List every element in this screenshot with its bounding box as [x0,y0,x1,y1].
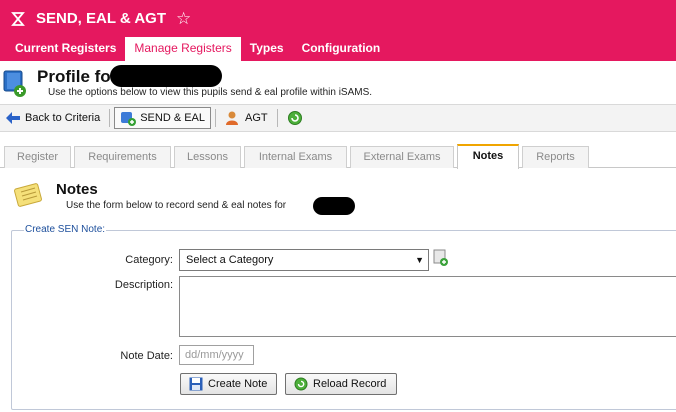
notes-panel: Notes Use the form below to record send … [0,168,676,412]
nav-types[interactable]: Types [241,37,293,61]
profile-book-icon [2,67,28,97]
tab-register[interactable]: Register [4,146,71,168]
create-note-button[interactable]: Create Note [180,373,277,395]
save-disk-icon [188,377,203,392]
toolbar: Back to Criteria SEND & EAL AGT [0,104,676,132]
toolbar-divider [215,109,217,127]
note-date-input[interactable]: dd/mm/yyyy [179,345,254,365]
refresh-shield-icon [287,110,303,126]
app-title: SEND, EAL & AGT [36,10,167,27]
toolbar-divider [276,109,278,127]
back-arrow-icon [5,110,21,126]
profile-title: Profile fo [37,67,111,86]
tab-external-exams[interactable]: External Exams [350,146,454,168]
toolbar-divider [109,109,111,127]
tab-lessons[interactable]: Lessons [174,146,241,168]
profile-header: Profile fo Use the options below to view… [0,61,676,103]
back-to-criteria-button[interactable]: Back to Criteria [0,107,105,129]
tab-bar: Register Requirements Lessons Internal E… [0,144,676,169]
app-logo-icon [8,9,28,29]
category-label: Category: [125,254,173,266]
agt-user-icon [225,110,241,126]
refresh-button[interactable] [282,107,312,129]
note-date-label: Note Date: [120,350,173,362]
redacted-name [110,65,222,87]
send-eal-button[interactable]: SEND & EAL [114,107,212,129]
reload-icon [293,377,308,392]
profile-subtitle: Use the options below to view this pupil… [48,87,373,98]
reload-record-button[interactable]: Reload Record [285,373,397,395]
tab-requirements[interactable]: Requirements [74,146,171,168]
tab-notes[interactable]: Notes [457,144,519,169]
redacted-name [313,197,355,215]
create-note-label: Create Note [208,378,268,390]
send-eal-label: SEND & EAL [140,112,206,124]
nav-current-registers[interactable]: Current Registers [6,37,125,61]
category-select-value: Select a Category [186,254,274,266]
chevron-down-icon: ▼ [415,255,424,265]
agt-button[interactable]: AGT [220,107,273,129]
send-eal-icon [120,110,137,126]
notes-pad-icon [12,182,44,210]
main-nav: Current Registers Manage Registers Types… [0,37,676,61]
create-note-legend: Create SEN Note: [24,224,107,235]
tab-internal-exams[interactable]: Internal Exams [244,146,347,168]
favourite-star-icon[interactable]: ☆ [176,10,191,27]
nav-configuration[interactable]: Configuration [293,37,390,61]
reload-record-label: Reload Record [313,378,387,390]
agt-label: AGT [245,112,268,124]
back-to-criteria-label: Back to Criteria [25,112,101,124]
app-bar: SEND, EAL & AGT ☆ [0,0,676,37]
nav-manage-registers[interactable]: Manage Registers [125,37,241,61]
category-select[interactable]: Select a Category ▼ [179,249,429,271]
add-category-icon[interactable] [433,249,449,267]
notes-title: Notes [56,181,98,198]
description-textarea[interactable] [179,276,676,337]
description-label: Description: [114,279,173,291]
tab-reports[interactable]: Reports [522,146,589,168]
notes-subtitle: Use the form below to record send & eal … [66,200,287,211]
